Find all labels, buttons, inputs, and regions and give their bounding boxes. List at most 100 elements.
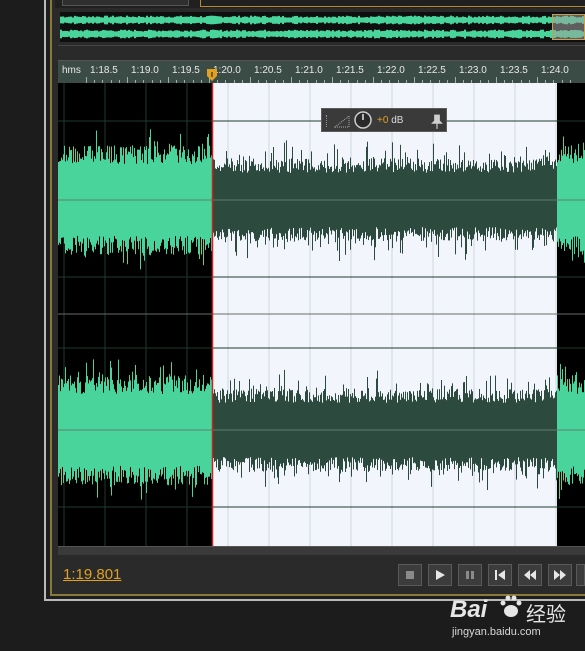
waveform-sample: [446, 152, 447, 235]
overview-wave-sample: [450, 15, 452, 25]
playhead-marker-icon[interactable]: [207, 69, 217, 81]
waveform-sample: [508, 398, 509, 459]
overview-wave-sample: [88, 30, 90, 38]
waveform-sample: [315, 397, 316, 471]
waveform-sample: [582, 158, 583, 255]
overview-wave-sample: [498, 16, 500, 24]
go-to-end-button[interactable]: [576, 564, 585, 586]
waveform-sample: [317, 400, 318, 464]
waveform-sample: [536, 389, 537, 459]
waveform-sample: [577, 393, 578, 477]
overview-wave-sample: [382, 16, 384, 24]
overview-wave-sample: [328, 30, 330, 38]
waveform-overview[interactable]: [60, 12, 585, 42]
volume-knob-icon[interactable]: [354, 111, 372, 129]
waveform-sample: [270, 391, 271, 470]
waveform-sample: [539, 391, 540, 475]
waveform-sample: [165, 384, 166, 468]
waveform-sample: [502, 166, 503, 239]
overview-wave-sample: [264, 29, 266, 39]
overview-zoom-thumb[interactable]: [552, 14, 585, 40]
waveform-sample: [517, 393, 518, 465]
overview-wave-sample: [128, 16, 130, 24]
amplitude-hud[interactable]: +0 dB: [321, 108, 447, 132]
waveform-sample: [524, 165, 525, 234]
overview-wave-sample: [270, 31, 272, 37]
overview-wave-sample: [72, 30, 74, 38]
waveform-sample: [355, 396, 356, 463]
waveform-sample: [285, 162, 286, 234]
overview-wave-sample: [520, 17, 522, 23]
waveform-sample: [224, 395, 225, 458]
overview-wave-sample: [322, 17, 324, 23]
hud-grip-icon[interactable]: [326, 115, 329, 127]
overview-wave-sample: [232, 16, 234, 24]
waveform-sample: [349, 402, 350, 468]
waveform-sample: [438, 160, 439, 257]
go-to-start-button[interactable]: [488, 564, 512, 586]
waveform-sample: [282, 395, 283, 469]
waveform-sample: [258, 390, 259, 458]
waveform-sample: [568, 391, 569, 485]
waveform-sample: [402, 158, 403, 254]
waveform-sample: [243, 156, 244, 237]
waveform-sample: [401, 393, 402, 465]
waveform-sample: [78, 371, 79, 478]
overview-wave-sample: [134, 29, 136, 39]
waveform-sample: [75, 387, 76, 481]
hud-db-readout[interactable]: +0 dB: [377, 115, 403, 126]
overview-wave-sample: [98, 31, 100, 37]
waveform-sample: [214, 389, 215, 462]
overview-wave-sample: [122, 30, 124, 38]
waveform-sample: [386, 402, 387, 469]
time-ruler[interactable]: hms 1:18.5 1:19.0 1:19.5 1:20.0 1:20.5 1:21.0…: [58, 60, 585, 83]
waveform-sample: [61, 157, 62, 238]
waveform-sample: [306, 386, 307, 467]
waveform-sample: [463, 171, 464, 236]
play-button[interactable]: [428, 564, 452, 586]
waveform-sample: [443, 397, 444, 475]
pause-button[interactable]: [458, 564, 482, 586]
waveform-sample: [486, 164, 487, 229]
waveform-sample: [498, 400, 499, 462]
ruler-tick-label: 1:23.5: [500, 65, 528, 76]
waveform-sample: [359, 165, 360, 242]
overview-wave-sample: [120, 29, 122, 39]
overview-wave-sample: [198, 30, 200, 38]
top-tab-active[interactable]: [200, 0, 585, 7]
waveform-sample: [455, 391, 456, 461]
overview-wave-sample: [368, 30, 370, 38]
waveform-editor[interactable]: [58, 83, 585, 546]
waveform-sample: [384, 399, 385, 464]
waveform-sample: [118, 359, 119, 477]
waveform-sample: [304, 165, 305, 240]
horizontal-scrollbar[interactable]: [58, 546, 585, 555]
waveform-sample: [101, 381, 102, 481]
waveform-sample: [296, 168, 297, 238]
fast-forward-button[interactable]: [548, 564, 572, 586]
waveform-sample: [420, 167, 421, 235]
overview-wave-sample: [142, 16, 144, 24]
rewind-button[interactable]: [518, 564, 542, 586]
overview-wave-sample: [132, 31, 134, 37]
overview-wave-sample: [292, 16, 294, 24]
overview-wave-sample: [160, 31, 162, 37]
waveform-sample: [461, 401, 462, 473]
waveform-sample: [225, 164, 226, 243]
overview-wave-sample: [346, 15, 348, 25]
waveform-sample: [513, 172, 514, 240]
waveform-sample: [540, 395, 541, 469]
pin-icon[interactable]: [430, 114, 444, 130]
overview-wave-sample: [138, 31, 140, 37]
overview-wave-sample: [278, 15, 280, 25]
waveform-sample: [435, 402, 436, 461]
overview-wave-sample: [372, 16, 374, 24]
overview-wave-sample: [202, 17, 204, 23]
waveform-sample: [556, 166, 557, 228]
stop-button[interactable]: [398, 564, 422, 586]
overview-wave-sample: [152, 30, 154, 38]
waveform-sample: [275, 167, 276, 239]
current-time-display[interactable]: 1:19.801: [63, 566, 121, 583]
overview-wave-sample: [248, 31, 250, 37]
top-tab[interactable]: [62, 0, 189, 6]
